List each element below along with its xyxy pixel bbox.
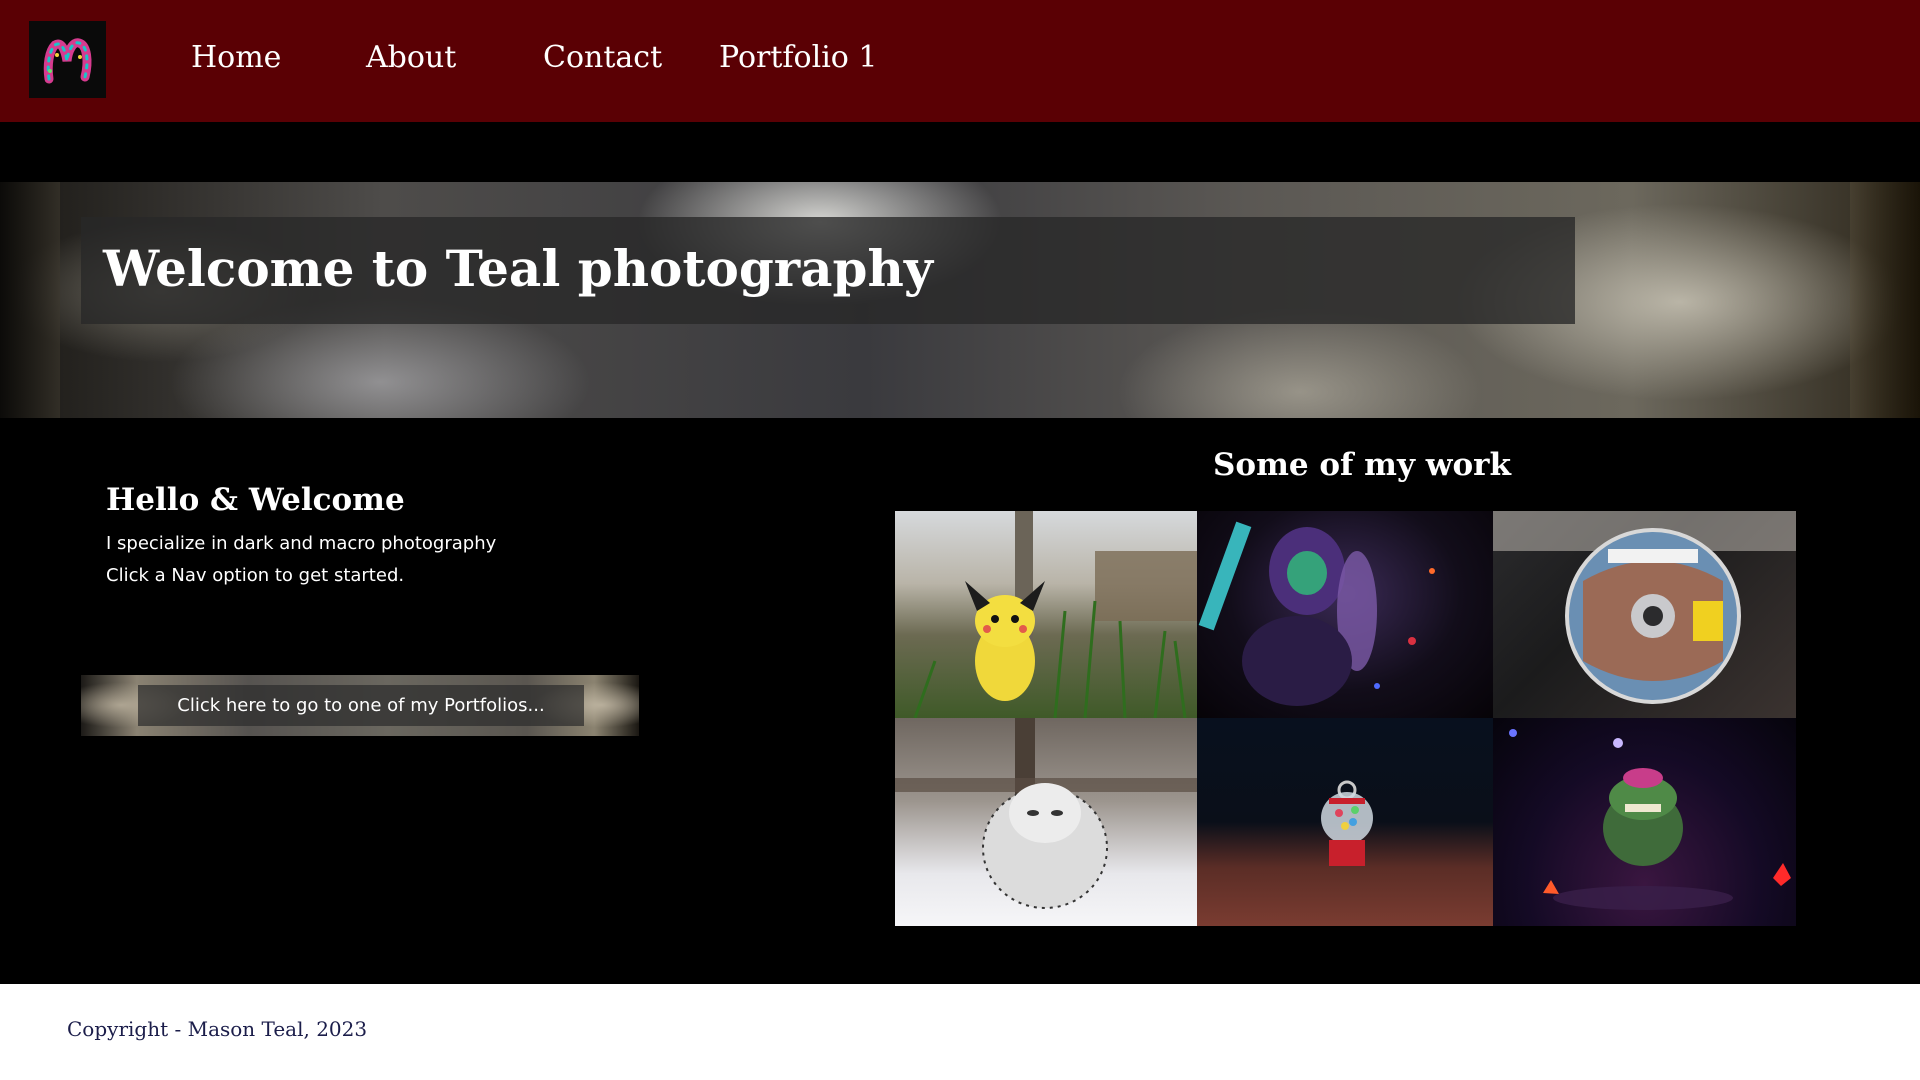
gallery-photo-pichu[interactable]	[895, 511, 1197, 718]
gallery-photo-xbox-disc[interactable]	[1493, 511, 1796, 718]
work-heading: Some of my work	[1213, 447, 1511, 483]
footer: Copyright - Mason Teal, 2023	[0, 984, 1920, 1080]
armored-figure-image	[1198, 521, 1435, 706]
nav-link-home[interactable]: Home	[191, 40, 281, 75]
top-nav: Home About Contact Portfolio 1	[0, 0, 1920, 122]
hero-title: Welcome to Teal photography	[103, 239, 933, 298]
logo-m-icon	[43, 37, 91, 83]
nav-link-about[interactable]: About	[366, 40, 456, 75]
gallery-photo-gumball-keychain[interactable]	[1197, 718, 1493, 926]
snowy-owl-image	[895, 718, 1197, 909]
hero-banner-image: Welcome to Teal photography	[0, 182, 1920, 418]
gallery-photo-crocodile-figure[interactable]	[1493, 718, 1796, 926]
gumball-keychain-image	[1321, 780, 1373, 866]
photo-gallery	[895, 511, 1796, 926]
intro-text-line-1: I specialize in dark and macro photograp…	[106, 533, 497, 554]
nav-link-contact[interactable]: Contact	[543, 40, 662, 75]
crocodile-figure-image	[1509, 729, 1791, 910]
gallery-photo-snowy-owl[interactable]	[895, 718, 1197, 926]
copyright-text: Copyright - Mason Teal, 2023	[67, 1017, 368, 1041]
welcome-heading: Hello & Welcome	[106, 482, 405, 518]
intro-text-line-2: Click a Nav option to get started.	[106, 565, 405, 586]
nav-link-portfolio-1[interactable]: Portfolio 1	[719, 40, 877, 75]
hero-title-box: Welcome to Teal photography	[81, 217, 1575, 324]
xbox-disc-image	[1493, 511, 1796, 704]
pichu-figure-image	[913, 511, 1197, 718]
hero-rock-edge-left	[0, 182, 60, 418]
hero-rock-edge-right	[1850, 182, 1920, 418]
site-logo[interactable]	[29, 21, 106, 98]
portfolio-cta-button[interactable]: Click here to go to one of my Portfolios…	[138, 685, 584, 726]
gallery-photo-armored-figure[interactable]	[1197, 511, 1493, 718]
cta-background: Click here to go to one of my Portfolios…	[81, 675, 639, 736]
